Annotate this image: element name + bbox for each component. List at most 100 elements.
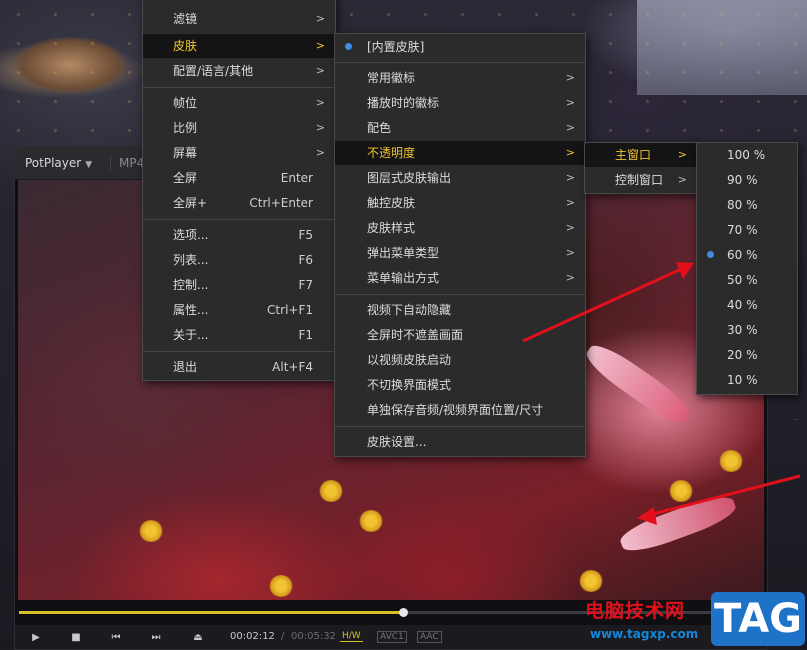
skin-menu-item[interactable]: 配色 > xyxy=(335,116,585,140)
radio-selected-icon xyxy=(345,43,352,50)
main-menu-item[interactable]: 皮肤 > xyxy=(143,34,335,58)
opacity-percent-item[interactable]: 70 % xyxy=(697,218,797,242)
opacity-percent-item-label: 10 % xyxy=(727,373,758,387)
skin-menu-item[interactable]: 皮肤样式 > xyxy=(335,216,585,240)
opacity-percent-item[interactable]: 60 % xyxy=(697,243,797,267)
watermark-logo: TAG xyxy=(711,592,805,646)
main-menu-item[interactable]: 配置/语言/其他 > xyxy=(143,59,335,83)
main-menu-item[interactable]: 关于... F1 xyxy=(143,323,335,347)
shortcut-label: F6 xyxy=(298,253,313,267)
shortcut-label: Ctrl+Enter xyxy=(249,196,313,210)
main-menu-item[interactable]: 全屏+ Ctrl+Enter xyxy=(143,191,335,215)
skin-menu-item[interactable]: 视频下自动隐藏 xyxy=(335,298,585,322)
file-format-label: MP4 xyxy=(110,156,144,170)
opacity-menu-item[interactable]: 控制窗口 > xyxy=(585,168,697,192)
skin-menu-item[interactable]: 皮肤设置... xyxy=(335,430,585,454)
shortcut-label: Enter xyxy=(280,171,313,185)
skin-menu-item[interactable]: 菜单输出方式 > xyxy=(335,266,585,290)
opacity-percent-item[interactable]: 50 % xyxy=(697,268,797,292)
skin-menu-item[interactable]: [内置皮肤] xyxy=(335,35,585,59)
opacity-percent-item[interactable]: 90 % xyxy=(697,168,797,192)
main-menu-item[interactable]: 选项... F5 xyxy=(143,223,335,247)
skin-menu-item[interactable]: 常用徽标 > xyxy=(335,66,585,90)
skin-menu-item[interactable]: 以视频皮肤启动 xyxy=(335,348,585,372)
opacity-percent-item-label: 50 % xyxy=(727,273,758,287)
skin-menu-item[interactable]: 不切换界面模式 xyxy=(335,373,585,397)
opacity-percent-item[interactable]: 80 % xyxy=(697,193,797,217)
video-flower xyxy=(268,575,294,597)
opacity-percent-submenu: 100 % 90 % 80 % 70 % 60 % 50 % 40 % 30 % 20 % 10 … xyxy=(696,142,798,395)
skin-menu-item[interactable]: 图层式皮肤输出 > xyxy=(335,166,585,190)
opacity-percent-item-label: 100 % xyxy=(727,148,766,162)
skin-menu-item[interactable]: 单独保存音频/视频界面位置/尺寸 xyxy=(335,398,585,422)
play-icon[interactable]: ▶ xyxy=(29,630,43,644)
skin-menu-item-label: 皮肤设置... xyxy=(367,435,427,449)
menu-separator xyxy=(143,219,335,220)
submenu-arrow-icon: > xyxy=(565,246,575,259)
main-menu-item[interactable]: 滤镜 > xyxy=(143,7,335,31)
main-menu-item[interactable]: 比例 > xyxy=(143,116,335,140)
main-menu-item-label: 全屏+ xyxy=(173,196,208,210)
opacity-percent-item[interactable]: 10 % xyxy=(697,368,797,392)
next-icon[interactable]: ⏭ xyxy=(149,630,163,644)
skin-menu-item-label: 常用徽标 xyxy=(367,71,416,85)
main-menu-item-label: 控制... xyxy=(173,278,209,292)
submenu-arrow-icon: > xyxy=(565,96,575,109)
opacity-percent-item[interactable]: 20 % xyxy=(697,343,797,367)
player-title: PotPlayer xyxy=(25,156,82,170)
chevron-down-icon: ▼ xyxy=(85,160,93,170)
submenu-arrow-icon: > xyxy=(315,12,325,25)
opacity-submenu: 主窗口 > 控制窗口 > xyxy=(584,142,698,194)
main-menu-item[interactable]: 屏幕 > xyxy=(143,141,335,165)
opacity-percent-item-label: 20 % xyxy=(727,348,758,362)
skin-menu-item[interactable]: 不透明度 > xyxy=(335,141,585,165)
main-menu-item[interactable]: 全屏 Enter xyxy=(143,166,335,190)
skin-menu-item-label: 不透明度 xyxy=(367,146,416,160)
opacity-menu-item-label: 控制窗口 xyxy=(615,173,664,187)
stop-icon[interactable]: ■ xyxy=(69,630,83,644)
opacity-percent-item-label: 70 % xyxy=(727,223,758,237)
main-context-menu: 滤镜 > 皮肤 > 配置/语言/其他 > 帧位 > 比例 > 屏幕 > 全屏 Enter 全屏+ Ctrl+E… xyxy=(142,0,336,381)
opacity-percent-item[interactable]: 40 % xyxy=(697,293,797,317)
video-lily xyxy=(580,338,696,430)
opacity-percent-item[interactable]: 100 % xyxy=(697,143,797,167)
skin-menu-item[interactable]: 全屏时不遮盖画面 xyxy=(335,323,585,347)
hw-decoder-badge[interactable]: H/W xyxy=(340,631,363,642)
opacity-menu-item-label: 主窗口 xyxy=(615,148,652,162)
submenu-arrow-icon: > xyxy=(315,121,325,134)
main-menu-item-label: 配置/语言/其他 xyxy=(173,64,254,78)
main-menu-item[interactable]: 帧位 > xyxy=(143,91,335,115)
skin-menu-item[interactable]: 触控皮肤 > xyxy=(335,191,585,215)
main-menu-item[interactable]: 列表... F6 xyxy=(143,248,335,272)
main-menu-item[interactable]: 控制... F7 xyxy=(143,273,335,297)
skin-menu-item-label: 配色 xyxy=(367,121,392,135)
total-time: 00:05:32 xyxy=(291,631,336,642)
skin-menu-item[interactable]: 弹出菜单类型 > xyxy=(335,241,585,265)
previous-icon[interactable]: ⏮ xyxy=(109,630,123,644)
shortcut-label: Alt+F4 xyxy=(272,360,313,374)
opacity-menu-item[interactable]: 主窗口 > xyxy=(585,143,697,167)
skin-menu-item[interactable]: 播放时的徽标 > xyxy=(335,91,585,115)
watermark-url: www.tagxp.com xyxy=(590,627,699,641)
video-codec-badge[interactable]: AVC1 xyxy=(377,631,407,643)
audio-codec-badge[interactable]: AAC xyxy=(417,631,442,643)
skin-menu-item-label: [内置皮肤] xyxy=(367,40,425,54)
menu-separator xyxy=(335,62,585,63)
skin-menu-item-label: 全屏时不遮盖画面 xyxy=(367,328,464,342)
eject-icon[interactable]: ⏏ xyxy=(191,630,205,644)
video-flower xyxy=(578,570,604,592)
main-menu-item-label: 皮肤 xyxy=(173,39,198,53)
main-menu-item-label: 屏幕 xyxy=(173,146,198,160)
submenu-arrow-icon: > xyxy=(315,64,325,77)
seek-bar-knob[interactable] xyxy=(398,608,408,617)
main-menu-item-label: 属性... xyxy=(173,303,209,317)
submenu-arrow-icon: > xyxy=(677,173,687,186)
opacity-percent-item[interactable]: 30 % xyxy=(697,318,797,342)
player-menu-button[interactable]: PotPlayer ▼ xyxy=(25,156,92,170)
opacity-percent-item-label: 60 % xyxy=(727,248,758,262)
main-menu-item-label: 滤镜 xyxy=(173,12,198,26)
main-menu-item[interactable]: 属性... Ctrl+F1 xyxy=(143,298,335,322)
skin-menu-item-label: 以视频皮肤启动 xyxy=(367,353,452,367)
current-time: 00:02:12 xyxy=(230,631,275,642)
main-menu-item[interactable]: 退出 Alt+F4 xyxy=(143,355,335,379)
